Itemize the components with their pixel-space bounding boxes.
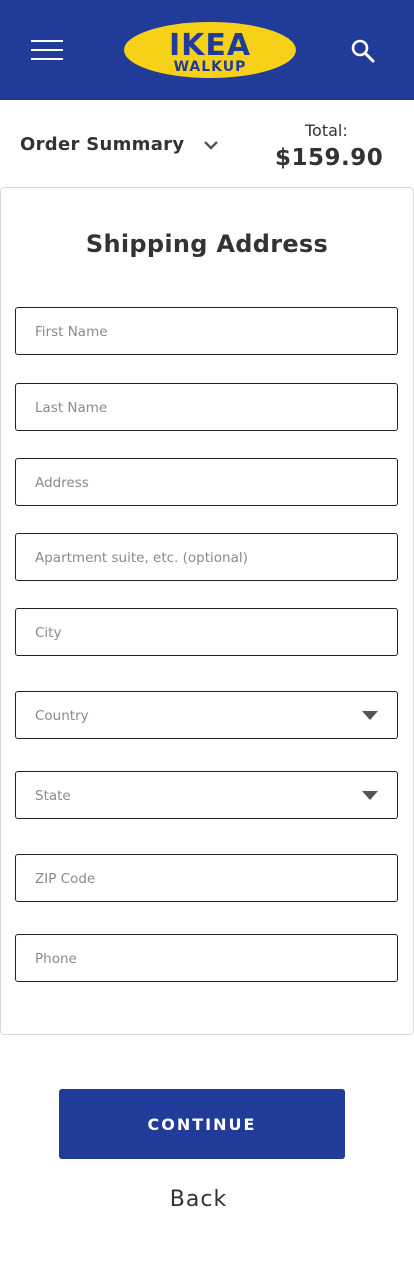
last-name-placeholder: Last Name	[35, 400, 108, 416]
phone-placeholder: Phone	[35, 951, 77, 967]
state-select[interactable]: State	[15, 771, 398, 819]
phone-field[interactable]: Phone	[15, 934, 398, 982]
state-placeholder: State	[35, 788, 71, 804]
app-header: IKEA WALKUP	[0, 0, 414, 100]
logo-text-top: IKEA	[169, 28, 251, 63]
logo-text-bottom: WALKUP	[174, 59, 247, 75]
city-field[interactable]: City	[15, 608, 398, 656]
apartment-placeholder: Apartment suite, etc. (optional)	[35, 550, 248, 566]
total-value: $159.90	[275, 145, 384, 171]
city-placeholder: City	[35, 625, 62, 641]
order-summary-label: Order Summary	[20, 134, 185, 155]
address-placeholder: Address	[35, 475, 89, 491]
ikea-walkup-logo[interactable]: IKEA WALKUP	[123, 21, 297, 79]
hamburger-menu-icon[interactable]	[31, 40, 63, 60]
country-select[interactable]: Country	[15, 691, 398, 739]
address-field[interactable]: Address	[15, 458, 398, 506]
search-icon[interactable]	[350, 38, 376, 64]
first-name-placeholder: First Name	[35, 324, 108, 340]
caret-down-icon	[362, 791, 378, 800]
order-summary-toggle[interactable]: Order Summary	[20, 134, 220, 155]
apartment-field[interactable]: Apartment suite, etc. (optional)	[15, 533, 398, 581]
zip-code-placeholder: ZIP Code	[35, 871, 96, 887]
country-placeholder: Country	[35, 708, 89, 724]
last-name-field[interactable]: Last Name	[15, 383, 398, 431]
first-name-field[interactable]: First Name	[15, 307, 398, 355]
total-label: Total:	[305, 121, 348, 140]
chevron-down-icon	[204, 140, 219, 150]
shipping-address-title: Shipping Address	[85, 230, 329, 258]
caret-down-icon	[362, 711, 378, 720]
zip-code-field[interactable]: ZIP Code	[15, 854, 398, 902]
continue-button[interactable]: CONTINUE	[59, 1089, 345, 1159]
back-link[interactable]: Back	[0, 1187, 397, 1212]
